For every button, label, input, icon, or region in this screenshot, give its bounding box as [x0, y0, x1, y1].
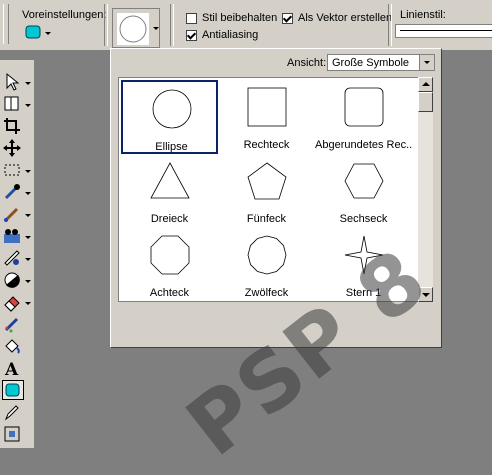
shape-gallery: Ellipse Rechteck Abgerundetes Rec... Dre…	[118, 77, 418, 302]
line-style-label: Linienstil:	[400, 9, 446, 21]
scroll-thumb[interactable]	[418, 92, 433, 112]
clone-tool-icon[interactable]	[2, 226, 24, 246]
crop-tool-icon[interactable]	[2, 116, 24, 136]
scroll-down-button[interactable]	[418, 287, 433, 302]
shape-picker-popup: Ansicht: Große Symbole Ellipse Rechteck …	[110, 48, 442, 348]
scroll-up-button[interactable]	[418, 77, 433, 92]
shape-item-ellipse[interactable]: Ellipse	[121, 80, 218, 154]
star-icon	[344, 235, 384, 275]
toolbar-grip[interactable]	[3, 4, 9, 44]
hexagon-icon	[344, 163, 384, 199]
shape-item-dodecagon[interactable]: Zwölfeck	[218, 228, 315, 301]
scratch-remover-tool-icon[interactable]	[2, 248, 24, 268]
shape-label: Abgerundetes Rec...	[315, 139, 412, 151]
shape-label: Zwölfeck	[244, 287, 289, 299]
shape-item-octagon[interactable]: Achteck	[121, 228, 218, 301]
pen-tool-icon[interactable]	[2, 402, 24, 422]
vertical-scrollbar[interactable]	[418, 77, 433, 302]
rectangle-icon	[247, 87, 287, 127]
eraser-tool-icon[interactable]	[2, 292, 24, 312]
chevron-down-icon	[424, 61, 430, 64]
tools-palette: A	[0, 60, 35, 448]
fill-tool-icon[interactable]	[2, 336, 24, 356]
shape-label: Dreieck	[150, 213, 189, 225]
shape-label: Rechteck	[243, 139, 290, 151]
rounded-rectangle-icon	[344, 87, 384, 127]
tool-options-toolbar: Voreinstellungen: Stil beibehalten Als V…	[0, 0, 492, 51]
move-tool-icon[interactable]	[2, 138, 24, 158]
arrow-down-icon	[422, 293, 430, 297]
shape-item-rounded-rectangle[interactable]: Abgerundetes Rec...	[315, 80, 412, 154]
shape-label: Ellipse	[155, 141, 188, 153]
ellipse-preview-icon	[119, 15, 147, 43]
shape-label: Achteck	[149, 287, 190, 299]
pointer-tool-icon[interactable]	[2, 72, 24, 92]
retain-style-checkbox[interactable]	[186, 13, 197, 24]
object-selection-tool-icon[interactable]	[2, 424, 24, 444]
pentagon-icon	[247, 162, 287, 200]
preset-shape-tool-icon[interactable]	[2, 380, 24, 400]
chevron-down-icon[interactable]	[25, 236, 31, 239]
chevron-down-icon[interactable]	[25, 214, 31, 217]
create-vector-checkbox[interactable]	[282, 13, 293, 24]
octagon-icon	[150, 235, 190, 275]
dropdown-button[interactable]	[419, 55, 434, 70]
shape-picker-button[interactable]	[112, 8, 160, 48]
toolbar-separator	[104, 4, 108, 46]
dropper-tool-icon[interactable]	[2, 182, 24, 202]
view-label: Ansicht:	[287, 57, 327, 69]
toolbar-separator	[388, 4, 392, 46]
toolbar-separator	[170, 4, 174, 46]
shape-item-pentagon[interactable]: Fünfeck	[218, 154, 315, 228]
chevron-down-icon[interactable]	[25, 192, 31, 195]
chevron-down-icon[interactable]	[25, 258, 31, 261]
shape-label: Sechseck	[339, 213, 388, 225]
shape-item-rectangle[interactable]: Rechteck	[218, 80, 315, 154]
shape-label: Fünfeck	[246, 213, 287, 225]
shape-item-star[interactable]: Stern 1	[315, 228, 412, 301]
view-dropdown[interactable]: Große Symbole	[327, 54, 435, 71]
chevron-down-icon[interactable]	[25, 280, 31, 283]
dodge-tool-icon[interactable]	[2, 270, 24, 290]
brush-tool-icon[interactable]	[2, 204, 24, 224]
antialias-label: Antialiasing	[202, 29, 259, 41]
chevron-down-icon[interactable]	[25, 104, 31, 107]
presets-button[interactable]	[24, 24, 52, 42]
triangle-icon	[150, 162, 190, 199]
pan-tool-icon[interactable]	[2, 94, 24, 114]
shape-label: Stern 1	[345, 287, 382, 299]
retain-style-label: Stil beibehalten	[202, 12, 278, 24]
dodecagon-icon	[247, 235, 287, 275]
create-vector-label: Als Vektor erstellen	[298, 12, 393, 24]
shape-preview	[117, 13, 149, 45]
preset-shape-icon	[25, 25, 51, 39]
chevron-down-icon[interactable]	[25, 82, 31, 85]
chevron-down-icon[interactable]	[25, 170, 31, 173]
view-value: Große Symbole	[332, 57, 410, 69]
arrow-up-icon	[422, 82, 430, 86]
picture-tube-tool-icon[interactable]	[2, 314, 24, 334]
ellipse-icon	[152, 89, 192, 129]
line-style-dropdown[interactable]	[395, 24, 492, 38]
shape-item-hexagon[interactable]: Sechseck	[315, 154, 412, 228]
presets-label: Voreinstellungen:	[22, 9, 107, 21]
shape-item-triangle[interactable]: Dreieck	[121, 154, 218, 228]
chevron-down-icon[interactable]	[25, 302, 31, 305]
chevron-down-icon	[153, 27, 159, 30]
text-tool-icon[interactable]: A	[2, 358, 24, 380]
antialias-checkbox[interactable]	[186, 30, 197, 41]
svg-text:A: A	[4, 360, 19, 378]
line-style-preview	[400, 30, 492, 31]
selection-tool-icon[interactable]	[2, 160, 24, 180]
